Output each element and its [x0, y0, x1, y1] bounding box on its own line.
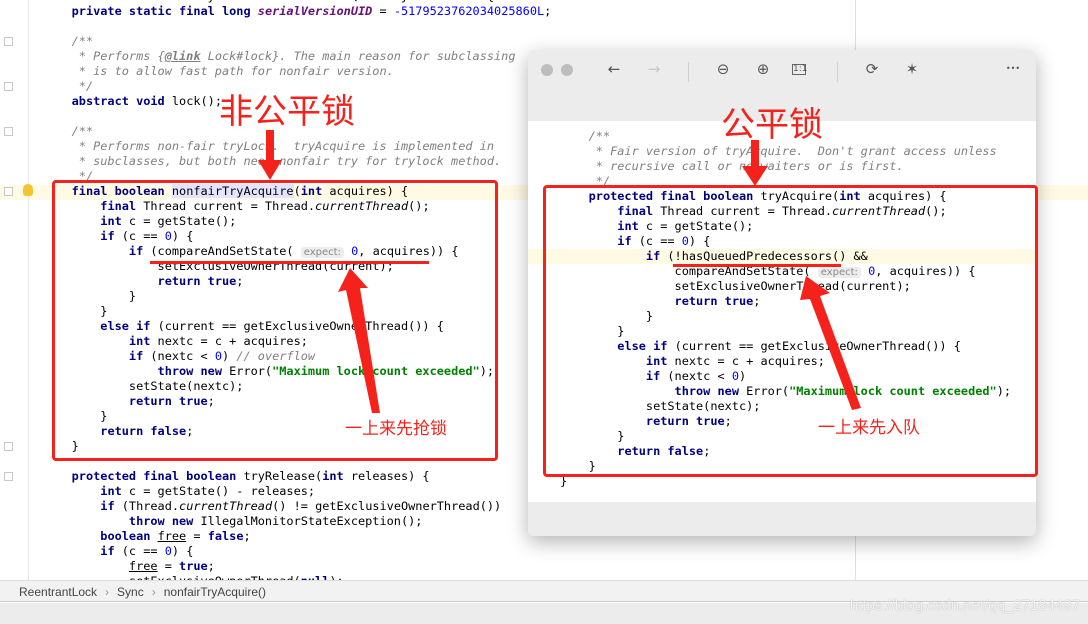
arrow-up-icon: [338, 268, 380, 413]
arrow-down-icon: [258, 130, 282, 180]
arrow-up-icon: [800, 276, 861, 410]
arrow-down-icon: [742, 140, 768, 186]
annotation-arrows: [258, 130, 861, 413]
